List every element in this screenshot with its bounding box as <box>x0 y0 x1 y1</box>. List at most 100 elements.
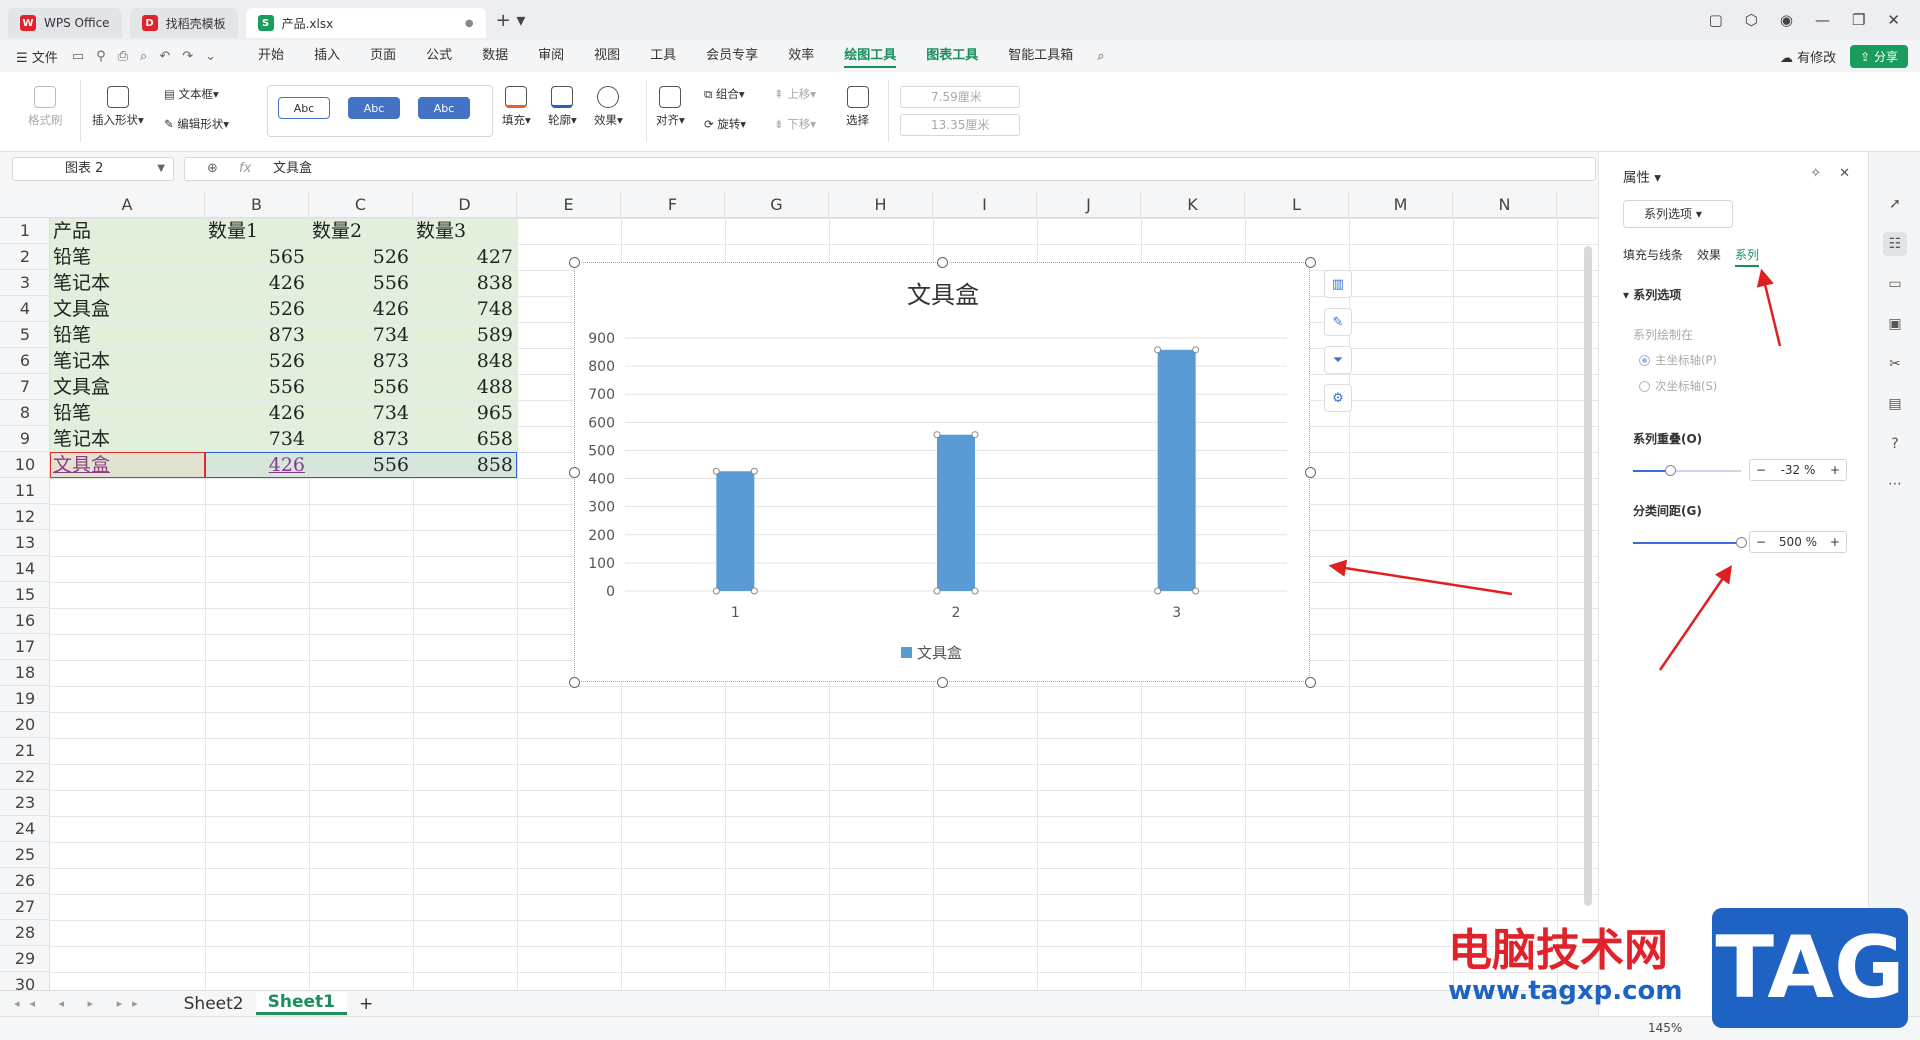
sheet-cell[interactable]: 产品 <box>50 218 205 244</box>
row-header[interactable]: 16 <box>0 608 50 634</box>
sheet-cell[interactable]: 565 <box>205 244 309 270</box>
row-header[interactable]: 21 <box>0 738 50 764</box>
sheet-cell[interactable]: 427 <box>413 244 517 270</box>
sheet-cell[interactable]: 526 <box>205 296 309 322</box>
chart-settings-icon[interactable]: ⚙ <box>1324 384 1352 412</box>
column-header[interactable]: M <box>1349 192 1453 218</box>
column-header[interactable]: C <box>309 192 413 218</box>
zoom-formula-icon[interactable]: ⊕ <box>207 158 218 180</box>
align-button[interactable]: 对齐▾ <box>656 86 685 128</box>
row-header[interactable]: 4 <box>0 296 50 322</box>
increment-icon[interactable]: + <box>1830 463 1840 477</box>
column-header[interactable]: D <box>413 192 517 218</box>
menu-tab[interactable]: 公式 <box>426 44 452 68</box>
sheet-cell[interactable]: 848 <box>413 348 517 374</box>
row-header[interactable]: 18 <box>0 660 50 686</box>
help-icon[interactable]: ? <box>1883 432 1907 456</box>
row-header[interactable]: 11 <box>0 478 50 504</box>
sheet-tab-sheet1[interactable]: Sheet1 <box>255 992 347 1015</box>
increment-icon[interactable]: + <box>1830 535 1840 549</box>
menu-tab[interactable]: 效率 <box>788 44 814 68</box>
slider-knob[interactable] <box>1664 465 1676 476</box>
share-button[interactable]: ⇪ 分享 <box>1850 44 1908 68</box>
undo-icon[interactable]: ↶ <box>159 49 170 64</box>
sheet-cell[interactable]: 658 <box>413 426 517 452</box>
row-header[interactable]: 15 <box>0 582 50 608</box>
resize-handle[interactable] <box>1305 467 1316 478</box>
sheet-cell[interactable]: 526 <box>205 348 309 374</box>
file-menu[interactable]: ☰ 文件 <box>16 47 58 66</box>
secondary-axis-radio[interactable]: 次坐标轴(S) <box>1639 378 1717 394</box>
gap-width-spinner[interactable]: − 500 % + <box>1749 531 1847 553</box>
edit-shape-button[interactable]: ✎ 编辑形状▾ <box>164 116 229 132</box>
cube-icon[interactable]: ⬡ <box>1745 11 1758 29</box>
tab-wps-office[interactable]: W WPS Office <box>8 8 122 38</box>
row-header[interactable]: 5 <box>0 322 50 348</box>
save-icon[interactable]: ▭ <box>72 49 84 64</box>
sheet-cell[interactable]: 数量1 <box>205 218 309 244</box>
tab-dot-icon[interactable]: ● <box>465 18 474 29</box>
menu-tab[interactable]: 会员专享 <box>706 44 758 68</box>
panel-title[interactable]: 属性 ▾ <box>1623 166 1661 186</box>
zoom-level[interactable]: 145% <box>1648 1021 1682 1035</box>
row-header[interactable]: 13 <box>0 530 50 556</box>
row-header[interactable]: 20 <box>0 712 50 738</box>
menu-tab[interactable]: 页面 <box>370 44 396 68</box>
restore-icon[interactable]: ❐ <box>1852 11 1865 29</box>
column-header[interactable]: N <box>1453 192 1557 218</box>
chart-object[interactable]: 文具盒 0 100 200 300 400 500 600 700 800 900 1 2 3 文具盒 <box>574 262 1310 682</box>
row-header[interactable]: 25 <box>0 842 50 868</box>
sheet-cell[interactable]: 873 <box>309 426 413 452</box>
sheet-cell[interactable]: 873 <box>205 322 309 348</box>
avatar[interactable]: ◉ <box>1780 11 1793 29</box>
row-header[interactable]: 1 <box>0 218 50 244</box>
column-header[interactable]: I <box>933 192 1037 218</box>
column-header[interactable]: J <box>1037 192 1141 218</box>
column-header[interactable]: A <box>50 192 205 218</box>
group-button[interactable]: ⧉ 组合▾ <box>704 86 745 102</box>
row-header[interactable]: 19 <box>0 686 50 712</box>
series-options-dropdown[interactable]: 系列选项 ▾ <box>1623 200 1733 228</box>
row-header[interactable]: 17 <box>0 634 50 660</box>
cursor-icon[interactable]: ➚ <box>1883 192 1907 216</box>
name-box[interactable]: 图表 2 ▼ <box>12 157 174 181</box>
section-series-options[interactable]: ▾ 系列选项 <box>1623 286 1681 303</box>
overlap-slider[interactable] <box>1633 465 1741 476</box>
rotate-button[interactable]: ⟳ 旋转▾ <box>704 116 746 132</box>
sheet-cell[interactable]: 556 <box>309 270 413 296</box>
decrement-icon[interactable]: − <box>1756 463 1766 477</box>
resize-handle[interactable] <box>1305 257 1316 268</box>
column-header[interactable]: K <box>1141 192 1245 218</box>
sheet-cell[interactable]: 笔记本 <box>50 270 205 296</box>
row-header[interactable]: 22 <box>0 764 50 790</box>
move-up-button[interactable]: ⇞ 上移▾ <box>774 86 816 102</box>
row-header[interactable]: 10 <box>0 452 50 478</box>
tools-icon[interactable]: ✂ <box>1883 352 1907 376</box>
row-header[interactable]: 9 <box>0 426 50 452</box>
formula-input[interactable]: ⊕ fx 文具盒 <box>184 157 1596 181</box>
row-header[interactable]: 8 <box>0 400 50 426</box>
print-icon[interactable]: ⎙ <box>118 49 128 64</box>
decrement-icon[interactable]: − <box>1756 535 1766 549</box>
modified-status[interactable]: ☁ 有修改 <box>1780 47 1836 66</box>
sheet-cell[interactable]: 426 <box>205 400 309 426</box>
column-header[interactable]: F <box>621 192 725 218</box>
tab-daoke[interactable]: D 找稻壳模板 <box>129 8 238 38</box>
menu-tab[interactable]: 数据 <box>482 44 508 68</box>
sheet-cell[interactable]: 数量3 <box>413 218 517 244</box>
gap-width-slider[interactable] <box>1633 537 1747 548</box>
menu-tab[interactable]: 绘图工具 <box>844 44 897 68</box>
sheet-cell[interactable]: 笔记本 <box>50 426 205 452</box>
sheet-cell[interactable]: 838 <box>413 270 517 296</box>
comment-icon[interactable]: ▭ <box>1883 272 1907 296</box>
resize-handle[interactable] <box>937 677 948 688</box>
row-header[interactable]: 30 <box>0 972 50 990</box>
more-quick-icon[interactable]: ⌄ <box>205 49 216 64</box>
sheet-nav-icon[interactable]: ◂◂ ◂ ▸ ▸▸ <box>0 997 148 1010</box>
chevron-down-icon[interactable]: ▼ <box>157 158 165 180</box>
outline-button[interactable]: 轮廓▾ <box>548 86 577 128</box>
menu-tab[interactable]: 视图 <box>594 44 620 68</box>
sheet-cell[interactable]: 426 <box>205 270 309 296</box>
resize-handle[interactable] <box>569 467 580 478</box>
style-sample-1[interactable]: Abc <box>278 97 330 119</box>
